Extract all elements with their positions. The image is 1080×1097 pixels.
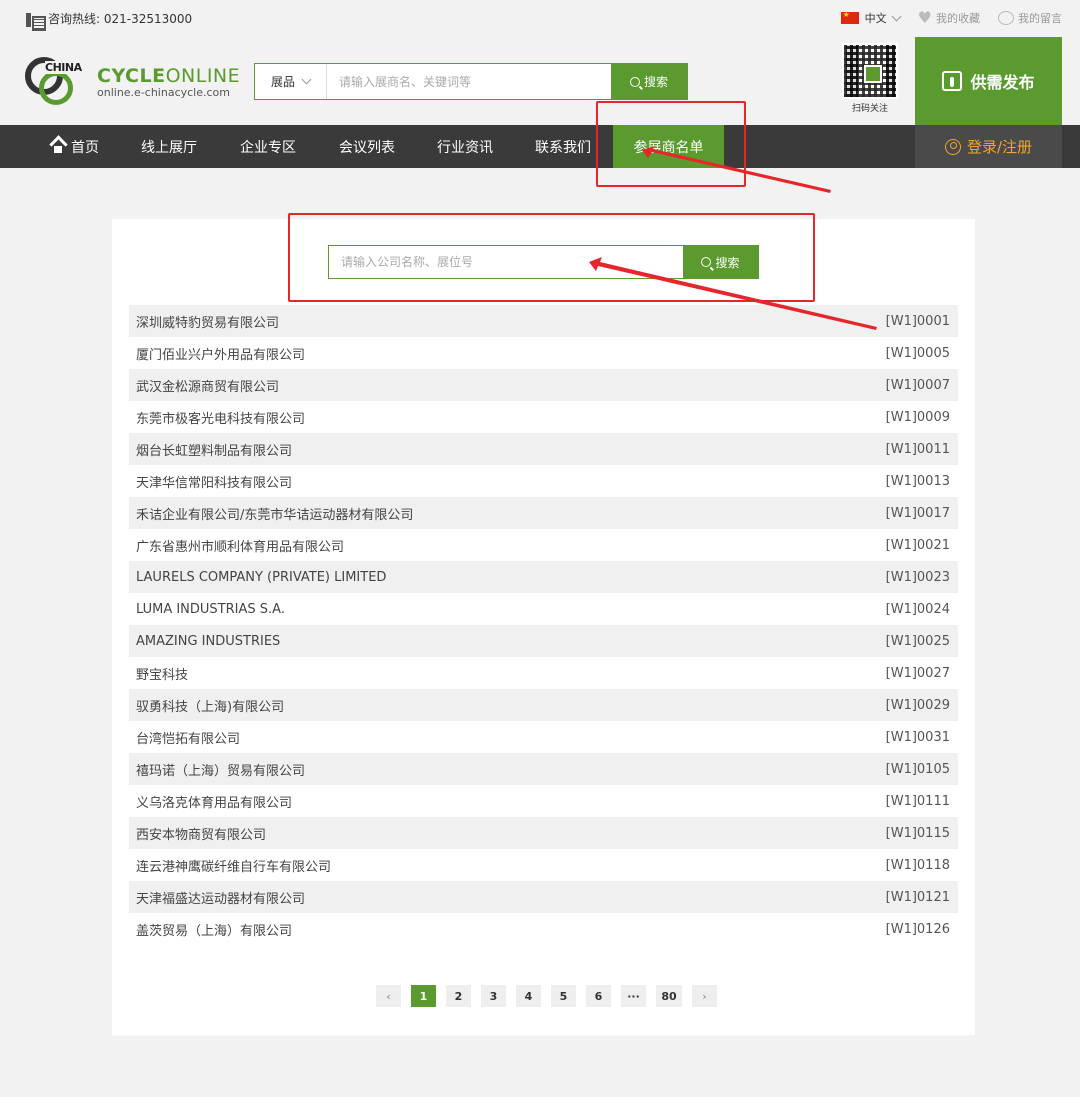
annotation-arrow-search — [589, 257, 877, 330]
annotation-arrows — [589, 146, 877, 330]
annotation-arrow-nav — [642, 146, 831, 193]
